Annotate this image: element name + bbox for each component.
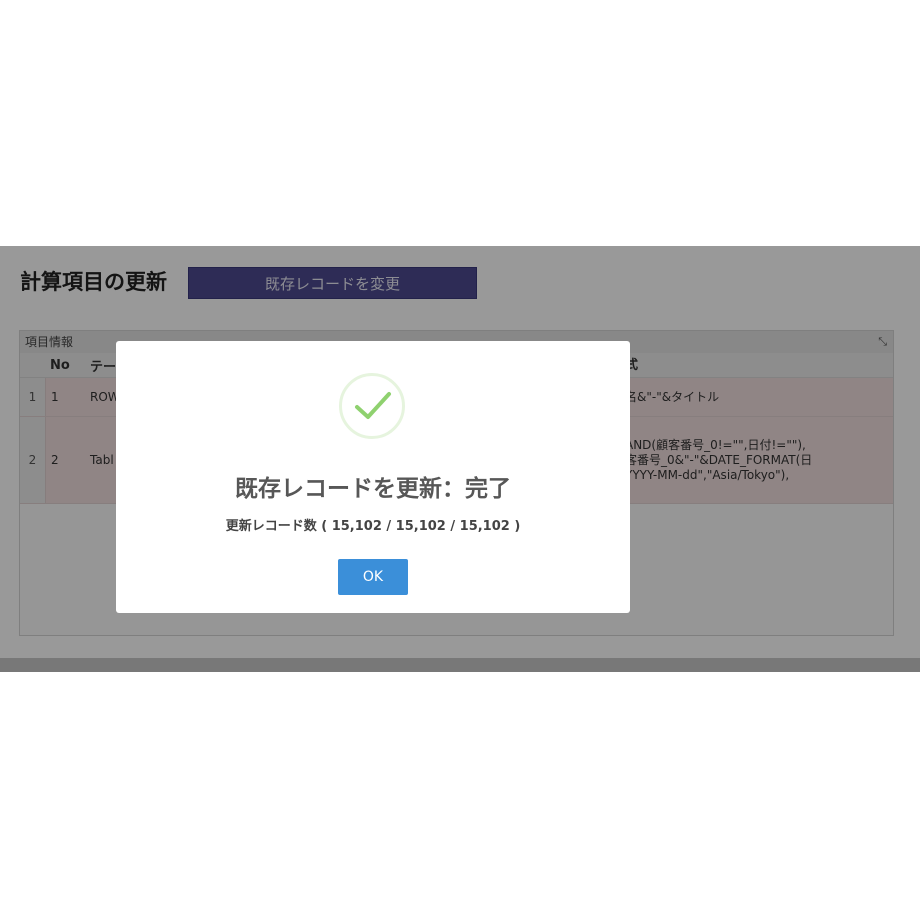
completion-dialog: 既存レコードを更新：完了 更新レコード数 ( 15,102 / 15,102 /… (116, 341, 630, 613)
dialog-message: 更新レコード数 ( 15,102 / 15,102 / 15,102 ) (225, 519, 521, 534)
dialog-title: 既存レコードを更新：完了 (235, 476, 511, 502)
screen: 計算項目の更新 既存レコードを変更 項目情報 ⤡ No テー 式 1 1 ROW… (0, 0, 920, 920)
app-window: 計算項目の更新 既存レコードを変更 項目情報 ⤡ No テー 式 1 1 ROW… (0, 246, 920, 672)
ok-button[interactable]: OK (338, 559, 408, 595)
success-check-icon (339, 373, 405, 439)
